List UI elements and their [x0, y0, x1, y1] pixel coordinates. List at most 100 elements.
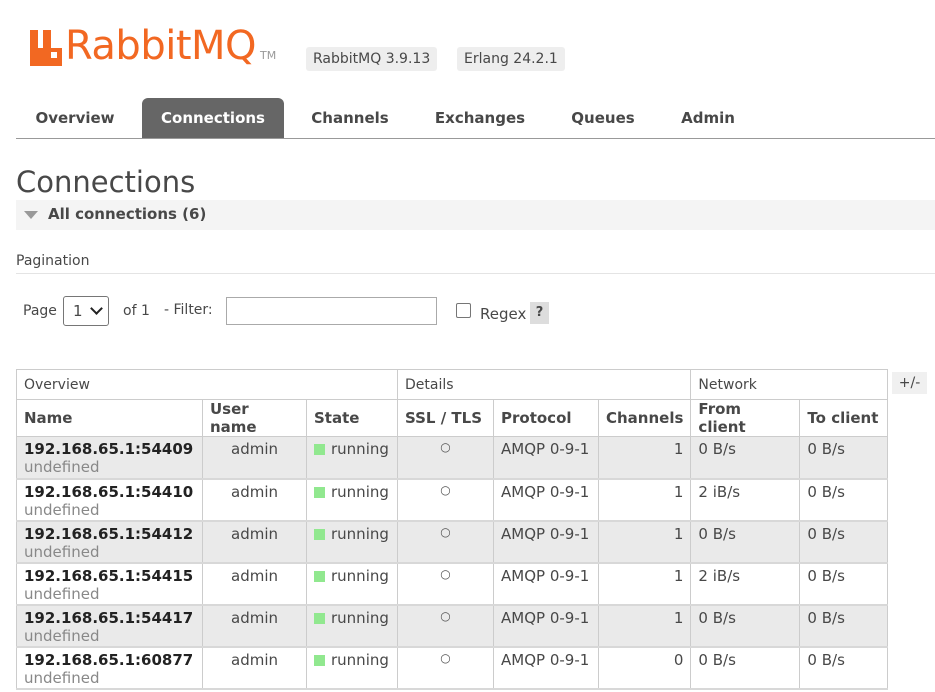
regex-checkbox[interactable]	[456, 303, 471, 318]
connection-name-link[interactable]: 192.168.65.1:54410	[24, 483, 195, 501]
channels-cell: 1	[597, 478, 692, 522]
tab-admin[interactable]: Admin	[668, 98, 748, 138]
protocol-cell: AMQP 0-9-1	[493, 478, 599, 522]
to-client-cell: 0 B/s	[799, 604, 889, 648]
to-client-cell: 0 B/s	[799, 646, 889, 690]
from-client-cell: 0 B/s	[690, 604, 801, 648]
section-title: All connections (6)	[48, 205, 207, 223]
user-name-cell: admin	[202, 646, 307, 690]
state-cell: running	[306, 478, 398, 522]
column-header-from-client[interactable]: From client	[690, 399, 801, 437]
regex-label: Regex	[480, 305, 527, 323]
protocol-cell: AMQP 0-9-1	[493, 520, 599, 564]
filter-input[interactable]	[226, 297, 437, 325]
protocol-cell: AMQP 0-9-1	[493, 562, 599, 606]
state-running-icon	[314, 612, 325, 624]
state-cell: running	[306, 520, 398, 564]
table-row: 192.168.65.1:60877 undefined admin runnin…	[16, 646, 889, 690]
state-running-icon	[314, 528, 325, 540]
divider	[16, 273, 935, 274]
user-name-cell: admin	[202, 436, 307, 480]
to-client-cell: 0 B/s	[799, 478, 889, 522]
connection-name-link[interactable]: 192.168.65.1:54412	[24, 525, 195, 543]
rabbitmq-logo[interactable]: RabbitMQ TM	[30, 26, 276, 66]
ssl-tls-cell: ○	[397, 604, 494, 648]
column-group-overview: Overview	[16, 369, 398, 400]
to-client-cell: 0 B/s	[799, 520, 889, 564]
column-header-protocol[interactable]: Protocol	[493, 399, 599, 437]
channels-cell: 1	[597, 436, 692, 480]
brand-name: RabbitMQ	[65, 23, 257, 69]
column-header-name[interactable]: Name	[16, 399, 203, 437]
page-title: Connections	[16, 165, 196, 199]
table-row: 192.168.65.1:54417 undefined admin runnin…	[16, 604, 889, 648]
connection-client-name: undefined	[24, 626, 100, 645]
column-header-channels[interactable]: Channels	[597, 399, 692, 437]
tab-overview[interactable]: Overview	[22, 98, 128, 138]
state-cell: running	[306, 562, 398, 606]
channels-cell: 1	[597, 604, 692, 648]
tab-channels[interactable]: Channels	[298, 98, 402, 138]
channels-cell: 1	[597, 562, 692, 606]
state-cell: running	[306, 646, 398, 690]
column-header-ssl-tls[interactable]: SSL / TLS	[397, 399, 494, 437]
section-toggle-all-connections[interactable]: All connections (6)	[16, 200, 935, 230]
to-client-cell: 0 B/s	[799, 436, 889, 480]
page-label: Page	[23, 303, 57, 319]
state-running-icon	[314, 486, 325, 498]
column-header-to-client[interactable]: To client	[799, 399, 889, 437]
table-row: 192.168.65.1:54415 undefined admin runnin…	[16, 562, 889, 606]
state-text: running	[331, 482, 389, 501]
protocol-cell: AMQP 0-9-1	[493, 646, 599, 690]
from-client-cell: 2 iB/s	[690, 478, 801, 522]
regex-help-button[interactable]: ?	[530, 302, 549, 324]
state-running-icon	[314, 570, 325, 582]
state-text: running	[331, 566, 389, 585]
rabbitmq-version-badge: RabbitMQ 3.9.13	[306, 47, 438, 71]
ssl-tls-cell: ○	[397, 562, 494, 606]
user-name-cell: admin	[202, 478, 307, 522]
column-header-state[interactable]: State	[306, 399, 398, 437]
table-row: 192.168.65.1:54412 undefined admin runnin…	[16, 520, 889, 564]
filter-label: - Filter:	[164, 302, 213, 318]
protocol-cell: AMQP 0-9-1	[493, 604, 599, 648]
tab-connections[interactable]: Connections	[142, 98, 284, 138]
connections-table: Overview Details Network Name User name …	[16, 369, 889, 690]
tab-queues[interactable]: Queues	[557, 98, 649, 138]
user-name-cell: admin	[202, 604, 307, 648]
page-select[interactable]: 1	[63, 296, 109, 326]
ssl-tls-cell: ○	[397, 478, 494, 522]
connection-client-name: undefined	[24, 584, 100, 603]
state-running-icon	[314, 444, 325, 455]
channels-cell: 0	[597, 646, 692, 690]
trademark: TM	[260, 49, 277, 62]
ssl-tls-cell: ○	[397, 646, 494, 690]
protocol-cell: AMQP 0-9-1	[493, 436, 599, 480]
table-row: 192.168.65.1:54409 undefined admin runnin…	[16, 436, 889, 480]
connection-name-link[interactable]: 192.168.65.1:54415	[24, 567, 195, 585]
state-text: running	[331, 440, 389, 458]
column-toggle-button[interactable]: +/-	[892, 372, 927, 394]
state-text: running	[331, 650, 389, 669]
state-text: running	[331, 524, 389, 543]
rabbitmq-logo-icon	[30, 30, 62, 66]
connection-client-name: undefined	[24, 500, 100, 519]
column-header-user-name[interactable]: User name	[202, 399, 307, 437]
user-name-cell: admin	[202, 520, 307, 564]
user-name-cell: admin	[202, 562, 307, 606]
connection-name-link[interactable]: 192.168.65.1:60877	[24, 651, 195, 669]
from-client-cell: 0 B/s	[690, 646, 801, 690]
ssl-tls-cell: ○	[397, 520, 494, 564]
channels-cell: 1	[597, 520, 692, 564]
connection-name-link[interactable]: 192.168.65.1:54417	[24, 609, 195, 627]
column-group-network: Network	[690, 369, 889, 400]
erlang-version-badge: Erlang 24.2.1	[457, 47, 565, 71]
state-running-icon	[314, 654, 325, 666]
triangle-down-icon	[24, 211, 38, 219]
state-text: running	[331, 608, 389, 627]
pagination-heading: Pagination	[16, 253, 90, 269]
main-nav: Overview Connections Channels Exchanges …	[16, 98, 935, 139]
connection-name-link[interactable]: 192.168.65.1:54409	[24, 440, 195, 458]
table-row: 192.168.65.1:54410 undefined admin runnin…	[16, 478, 889, 522]
tab-exchanges[interactable]: Exchanges	[421, 98, 539, 138]
